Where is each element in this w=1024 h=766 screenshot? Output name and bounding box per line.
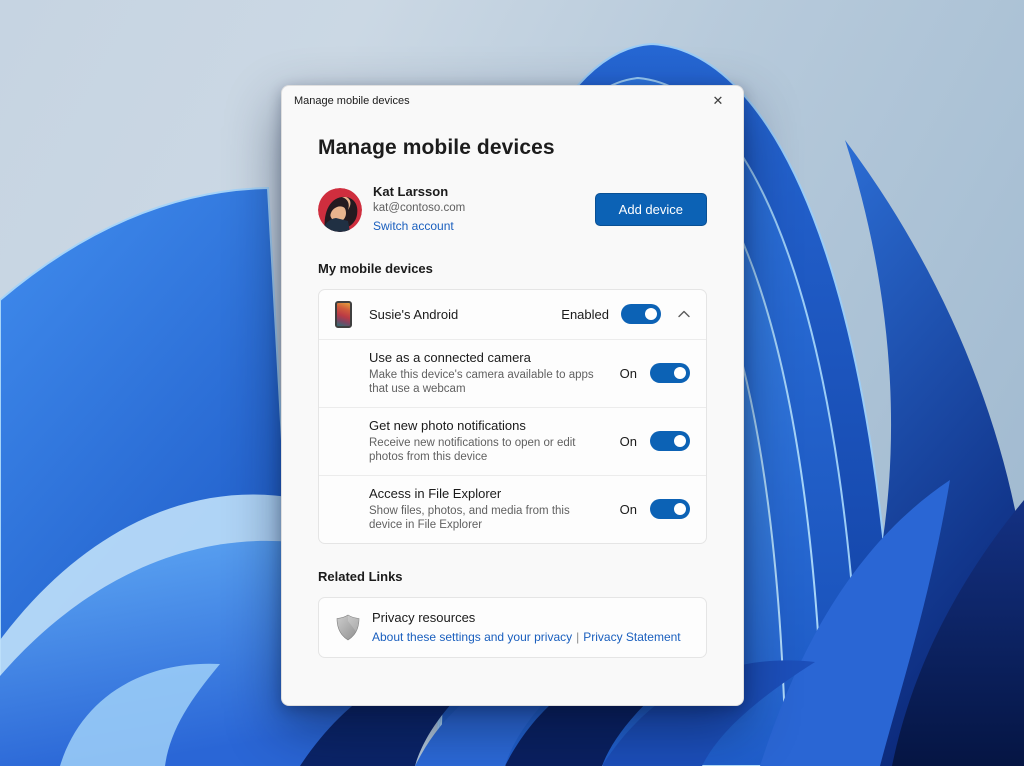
toggle-state-label: On: [619, 365, 637, 381]
my-mobile-devices-label: My mobile devices: [318, 260, 433, 276]
setting-description: Receive new notifications to open or edi…: [369, 436, 576, 464]
profile-info: Kat Larsson kat@contoso.com Switch accou…: [373, 184, 465, 236]
privacy-title: Privacy resources: [372, 609, 476, 625]
toggle-state-label: On: [619, 501, 637, 517]
privacy-links: About these settings and your privacy | Pr…: [372, 630, 681, 646]
setting-row-file-explorer: Access in File Explorer Show files, phot…: [319, 474, 706, 543]
setting-text: Access in File Explorer Show files, phot…: [369, 486, 606, 533]
window-content: Manage mobile devices Kat Larsson kat@co…: [282, 136, 743, 659]
setting-text: Get new photo notifications Receive new …: [369, 418, 606, 465]
close-icon: ✕: [712, 93, 724, 108]
profile-name: Kat Larsson: [373, 184, 449, 199]
privacy-card: Privacy resources About these settings a…: [318, 596, 707, 659]
window-title: Manage mobile devices: [294, 95, 410, 107]
page-title: Manage mobile devices: [318, 136, 555, 159]
window-titlebar: Manage mobile devices ✕: [282, 86, 743, 116]
setting-title: Use as a connected camera: [369, 349, 531, 365]
shield-icon: [335, 614, 361, 641]
profile-email: kat@contoso.com: [373, 202, 466, 215]
avatar: [318, 187, 362, 232]
setting-control: On: [619, 363, 690, 384]
chevron-up-icon[interactable]: [678, 310, 690, 318]
privacy-statement-link[interactable]: Privacy Statement: [583, 630, 680, 644]
about-settings-link[interactable]: About these settings and your privacy: [372, 630, 572, 644]
toggle-state-label: On: [619, 433, 637, 449]
setting-text: Use as a connected camera Make this devi…: [369, 350, 606, 397]
device-expander-header[interactable]: Susie's Android Enabled: [319, 290, 706, 339]
phone-thumbnail: [335, 300, 352, 328]
setting-description: Make this device's camera available to a…: [369, 368, 594, 396]
privacy-info: Privacy resources About these settings a…: [372, 610, 681, 645]
setting-control: On: [619, 499, 690, 520]
device-card: Susie's Android Enabled Use as a connect…: [318, 288, 707, 544]
switch-account-link[interactable]: Switch account: [373, 219, 454, 234]
close-button[interactable]: ✕: [703, 90, 733, 112]
profile-row: Kat Larsson kat@contoso.com Switch accou…: [318, 184, 707, 236]
manage-mobile-devices-window: Manage mobile devices ✕ Manage mobile de…: [281, 85, 744, 706]
photo-notifications-toggle[interactable]: [650, 431, 690, 452]
device-name: Susie's Android: [369, 306, 459, 322]
device-enabled-toggle[interactable]: [621, 304, 661, 325]
device-status-label: Enabled: [561, 306, 609, 322]
setting-row-connected-camera: Use as a connected camera Make this devi…: [319, 338, 706, 407]
connected-camera-toggle[interactable]: [650, 363, 690, 384]
add-device-button[interactable]: Add device: [594, 193, 707, 227]
setting-row-photo-notifications: Get new photo notifications Receive new …: [319, 406, 706, 475]
desktop: Manage mobile devices ✕ Manage mobile de…: [0, 0, 1024, 766]
setting-description: Show files, photos, and media from this …: [369, 504, 570, 532]
file-explorer-toggle[interactable]: [650, 499, 690, 520]
setting-control: On: [619, 431, 690, 452]
setting-title: Get new photo notifications: [369, 417, 526, 433]
link-separator: |: [576, 629, 580, 644]
setting-title: Access in File Explorer: [369, 485, 502, 501]
related-links-label: Related Links: [318, 568, 403, 584]
